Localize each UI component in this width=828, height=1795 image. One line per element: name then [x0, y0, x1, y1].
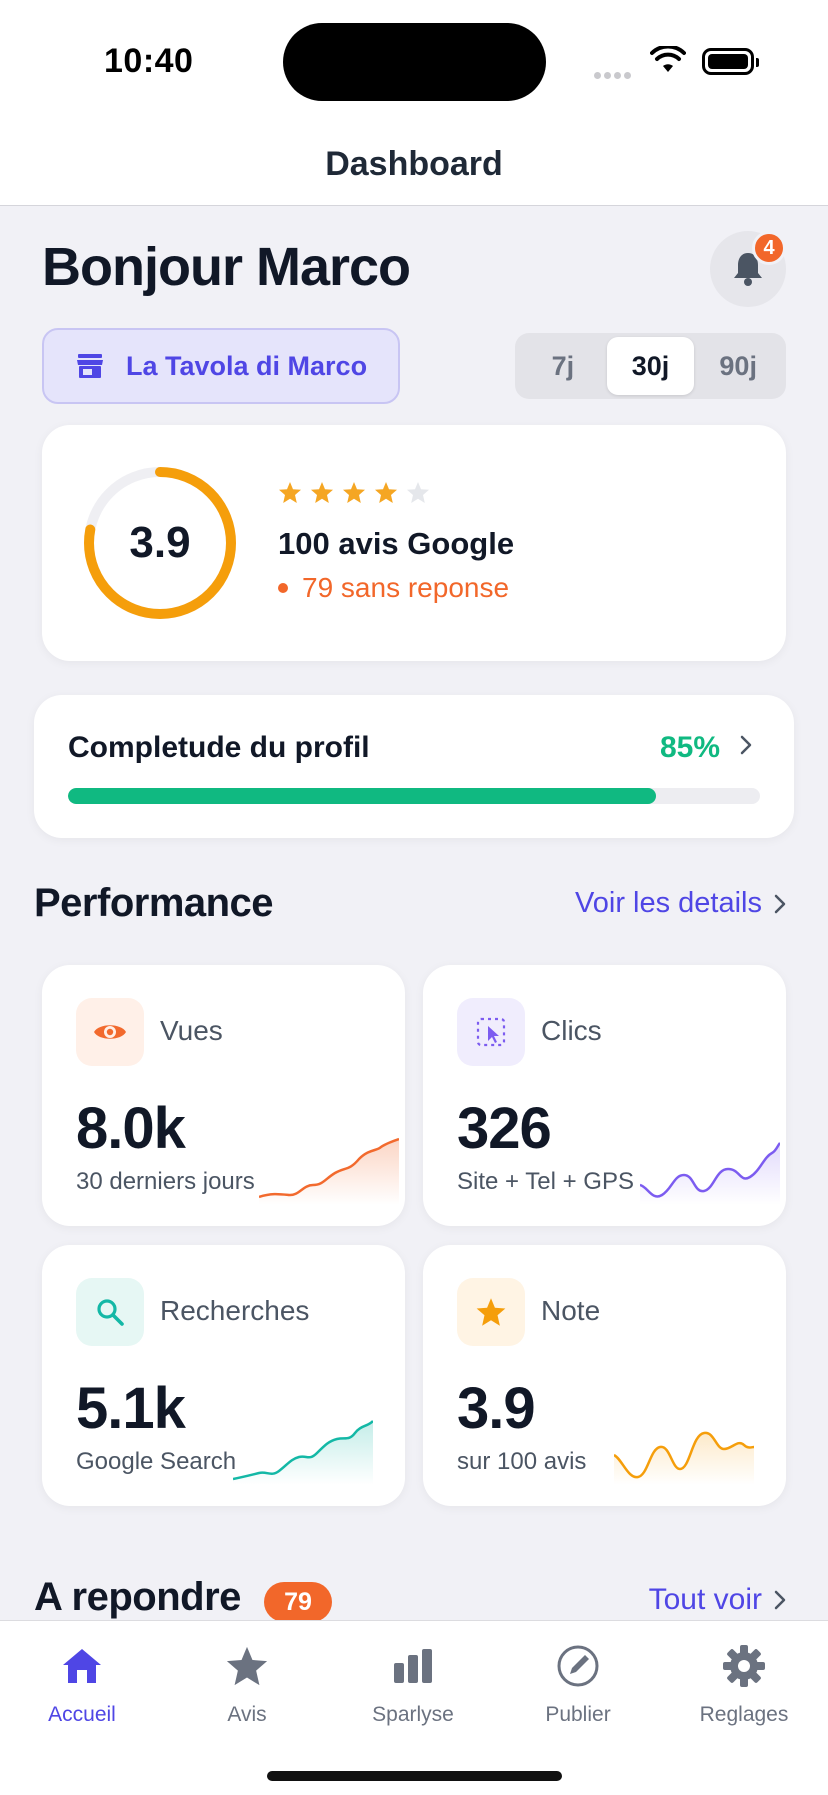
- signal-icon: [594, 66, 634, 84]
- metric-value: 5.1k: [76, 1376, 186, 1441]
- tab-label: Accueil: [48, 1703, 116, 1726]
- rating-card[interactable]: 3.9 100 avis Google 79 sans reponse: [42, 425, 786, 661]
- metric-card-recherches[interactable]: Recherches 5.1k Google Search: [42, 1245, 405, 1506]
- status-time: 10:40: [104, 42, 194, 80]
- metric-value: 326: [457, 1096, 552, 1161]
- page-title: Dashboard: [325, 145, 503, 183]
- rating-value: 3.9: [129, 518, 191, 567]
- notification-badge: 4: [752, 231, 786, 265]
- tab-sparlyse[interactable]: Sparlyse: [338, 1643, 488, 1727]
- tab-bar: Accueil Avis Sparlyse Publier Reglages: [0, 1620, 828, 1795]
- store-icon: [77, 354, 103, 378]
- compose-icon: [557, 1645, 599, 1687]
- tab-label: Publier: [545, 1703, 611, 1726]
- business-name: La Tavola di Marco: [126, 350, 368, 381]
- to-reply-badge: 79: [264, 1582, 332, 1622]
- period-selector: 7j 30j 90j: [515, 333, 786, 399]
- bar-chart-icon: [394, 1649, 432, 1683]
- search-icon: [76, 1278, 144, 1346]
- metric-card-vues[interactable]: Vues 8.0k 30 derniers jours: [42, 965, 405, 1226]
- tab-reglages[interactable]: Reglages: [669, 1643, 819, 1727]
- details-link-label: Voir les details: [575, 887, 762, 919]
- metric-label: Clics: [541, 1015, 602, 1046]
- star-filled-icon: [343, 482, 365, 503]
- tab-label: Sparlyse: [372, 1703, 454, 1726]
- dynamic-island: [283, 23, 546, 101]
- performance-title: Performance: [34, 881, 274, 925]
- star-rating: [278, 481, 430, 504]
- greeting: Bonjour Marco: [42, 237, 411, 297]
- top-bar: 10:40 Dashboard: [0, 0, 828, 206]
- metric-label: Note: [541, 1295, 601, 1326]
- profile-title: Completude du profil: [68, 731, 370, 764]
- click-icon: [457, 998, 525, 1066]
- tab-accueil[interactable]: Accueil: [7, 1643, 157, 1727]
- metric-card-note[interactable]: Note 3.9 sur 100 avis: [423, 1245, 786, 1506]
- profile-progress-fill: [68, 788, 657, 804]
- unanswered-count: 79 sans reponse: [278, 572, 509, 604]
- unanswered-label: 79 sans reponse: [302, 572, 510, 603]
- star-filled-icon: [375, 482, 397, 503]
- home-icon: [63, 1649, 101, 1683]
- profile-completeness-card[interactable]: Completude du profil 85%: [34, 695, 794, 838]
- wifi-icon: [650, 46, 686, 72]
- tab-publier[interactable]: Publier: [503, 1643, 653, 1727]
- star-icon: [457, 1278, 525, 1346]
- tab-label: Avis: [227, 1703, 267, 1726]
- profile-percent: 85%: [659, 731, 720, 764]
- battery-icon: [702, 48, 759, 75]
- profile-progress-bar: [68, 788, 760, 804]
- metric-label: Recherches: [160, 1295, 310, 1326]
- metric-label: Vues: [160, 1015, 223, 1046]
- eye-icon: [76, 998, 144, 1066]
- star-filled-icon: [311, 482, 333, 503]
- home-indicator: [267, 1771, 562, 1781]
- metric-subtitle: sur 100 avis: [457, 1448, 587, 1475]
- sparkline-chart: [614, 1431, 754, 1485]
- to-reply-title: A repondre: [34, 1575, 241, 1619]
- metric-subtitle: Google Search: [76, 1448, 237, 1475]
- metric-card-clics[interactable]: Clics 326 Site + Tel + GPS: [423, 965, 786, 1226]
- tab-avis[interactable]: Avis: [172, 1643, 322, 1727]
- sparkline-chart: [640, 1142, 780, 1205]
- sparkline-chart: [233, 1420, 373, 1485]
- see-all-label: Tout voir: [648, 1583, 762, 1616]
- metric-value: 3.9: [457, 1376, 536, 1441]
- star-icon: [226, 1646, 268, 1686]
- star-filled-icon: [279, 482, 301, 503]
- metric-subtitle: 30 derniers jours: [76, 1168, 255, 1195]
- metric-value: 8.0k: [76, 1096, 186, 1161]
- gear-icon: [723, 1645, 765, 1687]
- chevron-right-icon: [774, 1590, 786, 1610]
- period-7j[interactable]: 7j: [519, 337, 607, 395]
- details-link[interactable]: Voir les details: [575, 887, 786, 920]
- period-30j[interactable]: 30j: [606, 337, 695, 395]
- see-all-link[interactable]: Tout voir: [649, 1583, 786, 1617]
- period-90j[interactable]: 90j: [694, 337, 782, 395]
- chevron-right-icon: [740, 735, 752, 755]
- star-empty-icon: [407, 482, 429, 503]
- metric-subtitle: Site + Tel + GPS: [457, 1168, 634, 1195]
- tab-label: Reglages: [699, 1703, 789, 1726]
- sparkline-chart: [259, 1137, 399, 1205]
- business-selector[interactable]: La Tavola di Marco: [42, 328, 400, 404]
- chevron-right-icon: [774, 894, 786, 913]
- reviews-count: 100 avis Google: [278, 526, 515, 561]
